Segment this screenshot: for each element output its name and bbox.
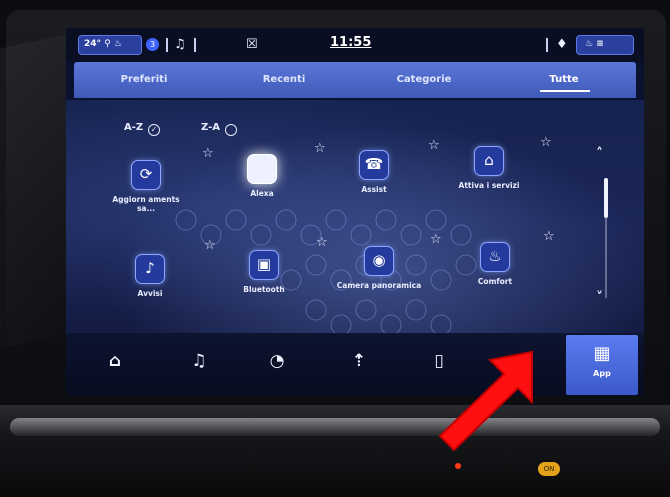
tab-tutte-label: Tutte — [549, 74, 579, 85]
comfort-dial-icon[interactable]: ◔ — [252, 351, 302, 371]
favorite-star-icon[interactable]: ☆ — [430, 232, 442, 247]
scroll-thumb[interactable] — [604, 178, 608, 218]
sort-za-label: Z-A — [201, 122, 220, 133]
scroll-down-icon[interactable]: ˅ — [596, 290, 603, 306]
seat-status-pill[interactable]: ♨ ≡ — [576, 35, 634, 55]
climate-status-text: 24° ⚲ ♨ — [84, 39, 122, 49]
red-arrow-annotation — [438, 350, 533, 452]
hex-pattern — [175, 209, 477, 336]
favorite-star-icon[interactable]: ☆ — [316, 235, 328, 250]
sort-az-option[interactable]: A-Z ✓ — [124, 122, 160, 136]
nav-apps-label: App — [593, 369, 611, 378]
check-circle-icon: ✓ — [148, 124, 160, 136]
app-tile-aggiornamenti[interactable]: ⟳ Aggiorn aments sa... — [103, 160, 189, 213]
favorite-star-icon[interactable]: ☆ — [428, 138, 440, 153]
status-divider — [194, 38, 196, 52]
infotainment-screen: 24° ⚲ ♨ 3 ♫ ☒ 11:55 ♦ ♨ ≡ Preferiti Rece… — [66, 28, 644, 396]
bluetooth-icon: ▣ — [249, 250, 279, 280]
tab-categorie[interactable]: Categorie — [354, 62, 494, 98]
activate-services-icon: ⌂ — [474, 146, 504, 176]
status-bar: 24° ⚲ ♨ 3 ♫ ☒ 11:55 ♦ ♨ ≡ — [66, 28, 644, 62]
mic-icon[interactable]: ♦ — [556, 37, 568, 52]
tab-preferiti[interactable]: Preferiti — [74, 62, 214, 98]
nav-apps-button[interactable]: ▦ App — [566, 335, 638, 395]
app-tile-camera-panoramica[interactable]: ◉ Camera panoramica — [336, 246, 422, 290]
hazard-led — [455, 463, 461, 469]
scroll-up-icon[interactable]: ˄ — [596, 146, 603, 162]
apps-grid-icon: ▦ — [593, 343, 611, 364]
app-tile-assist[interactable]: ☎ Assist — [331, 150, 417, 194]
notification-badge[interactable]: 3 — [146, 38, 159, 51]
tab-bar: Preferiti Recenti Categorie Tutte — [74, 62, 636, 98]
panoramic-camera-icon: ◉ — [364, 246, 394, 276]
navigation-icon[interactable]: ⇡ — [334, 351, 384, 371]
app-label: Camera panoramica — [336, 281, 422, 290]
update-icon: ⟳ — [131, 160, 161, 190]
bottom-nav-bar: ⌂ ♫ ◔ ⇡ ▯ ▤ ▦ App — [66, 333, 644, 396]
sort-za-option[interactable]: Z-A — [201, 122, 237, 136]
climate-status-pill[interactable]: 24° ⚲ ♨ — [78, 35, 142, 55]
alerts-bell-icon: ♪ — [135, 254, 165, 284]
app-label: Bluetooth — [243, 285, 285, 294]
bell-icon[interactable]: ♫ — [174, 37, 186, 52]
favorite-star-icon[interactable]: ☆ — [204, 238, 216, 253]
app-label: Alexa — [250, 189, 274, 198]
favorite-star-icon[interactable]: ☆ — [202, 146, 214, 161]
media-icon[interactable]: ♫ — [174, 351, 224, 371]
tab-recenti[interactable]: Recenti — [214, 62, 354, 98]
app-label: Attiva i servizi — [458, 181, 520, 190]
sort-az-label: A-Z — [124, 122, 144, 133]
status-divider — [546, 38, 548, 52]
dashboard-on-button[interactable]: ON — [538, 462, 560, 476]
status-divider — [166, 38, 168, 52]
favorite-star-icon[interactable]: ☆ — [540, 135, 552, 150]
clock: 11:55 — [330, 35, 372, 50]
tab-tutte[interactable]: Tutte — [494, 62, 634, 98]
app-tile-avvisi[interactable]: ♪ Avvisi — [107, 254, 193, 298]
app-label: Comfort — [477, 277, 513, 286]
app-label: Assist — [361, 185, 387, 194]
comfort-seat-icon: ♨ — [480, 242, 510, 272]
favorite-star-icon[interactable]: ☆ — [543, 229, 555, 244]
seat-climate-icon[interactable]: ☒ — [246, 37, 258, 52]
assist-icon: ☎ — [359, 150, 389, 180]
app-tile-alexa[interactable]: Alexa — [219, 154, 305, 198]
dashboard-chrome-strip — [10, 418, 660, 436]
app-tile-bluetooth[interactable]: ▣ Bluetooth — [221, 250, 307, 294]
app-tile-attiva-servizi[interactable]: ⌂ Attiva i servizi — [446, 146, 532, 190]
home-icon[interactable]: ⌂ — [90, 351, 140, 371]
favorite-star-icon[interactable]: ☆ — [314, 141, 326, 156]
active-tab-indicator — [540, 90, 590, 92]
app-label: Aggiorn aments sa... — [112, 195, 180, 213]
radio-empty-icon — [225, 124, 237, 136]
app-tile-comfort[interactable]: ♨ Comfort — [452, 242, 538, 286]
app-label: Avvisi — [137, 289, 163, 298]
seat-status-text: ♨ ≡ — [585, 39, 604, 49]
alexa-icon — [247, 154, 277, 184]
